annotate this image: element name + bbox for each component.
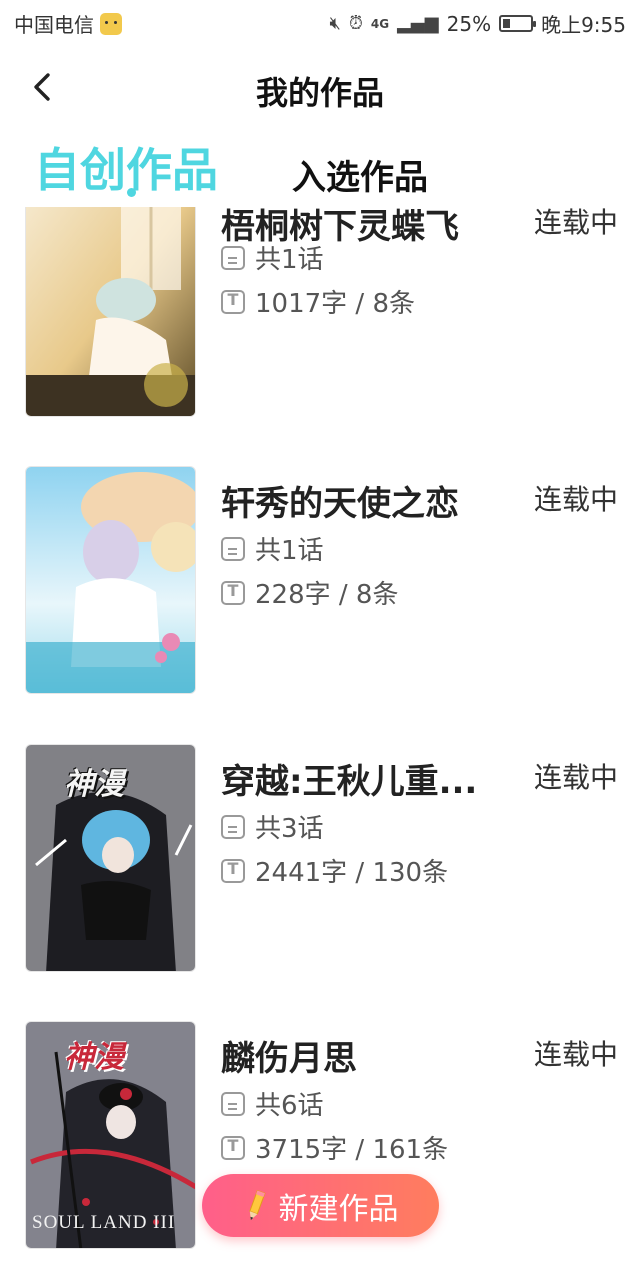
carrier-name: 中国电信 — [14, 13, 94, 37]
text-icon — [221, 580, 245, 605]
active-tab-indicator — [127, 188, 136, 197]
mute-icon: 🔇︎ — [329, 13, 341, 34]
text-icon — [221, 858, 245, 883]
assistant-face-icon — [100, 12, 122, 35]
status-right: 🔇︎ ⏰︎ 4G ▂▄▆ 25% 晚上9:55 — [330, 9, 627, 38]
work-status: 连载中 — [533, 483, 618, 516]
word-stats-text: 228字 / 8条 — [255, 580, 399, 610]
cover-badge: 神漫 — [64, 1040, 124, 1075]
word-stats-text: 3715字 / 161条 — [255, 1135, 449, 1165]
battery-percent: 25% — [446, 11, 492, 36]
cover-illustration — [26, 467, 195, 693]
chapter-count: 共1话 — [221, 239, 324, 276]
carrier-group: 中国电信 — [14, 9, 122, 38]
new-work-button[interactable]: 新建作品 — [202, 1174, 439, 1237]
word-stats: 228字 / 8条 — [221, 574, 398, 611]
app-header: 我的作品 — [0, 58, 640, 118]
tab-selected-works[interactable]: 入选作品 — [292, 150, 428, 199]
word-stats: 1017字 / 8条 — [221, 283, 415, 320]
word-stats: 2441字 / 130条 — [221, 852, 448, 889]
clock: 晚上9:55 — [541, 13, 626, 37]
cover-illustration — [26, 207, 195, 416]
word-stats-text: 1017字 / 8条 — [255, 289, 415, 319]
page-title: 我的作品 — [255, 74, 384, 112]
work-cover[interactable] — [25, 207, 196, 417]
chapter-icon — [221, 245, 245, 270]
work-title: 穿越:王秋儿重... — [221, 762, 478, 802]
chapter-count: 共1话 — [221, 530, 324, 567]
word-stats: 3715字 / 161条 — [221, 1129, 448, 1166]
chapter-count: 共3话 — [221, 808, 324, 845]
chapter-count-text: 共6话 — [255, 1091, 324, 1121]
chapter-icon — [221, 536, 245, 561]
work-status: 连载中 — [533, 1038, 618, 1071]
chapter-count-text: 共1话 — [255, 536, 324, 566]
list-item[interactable]: 神漫 穿越:王秋儿重... 连载中 共3话 2441字 / 130条 — [0, 744, 640, 972]
network-type: 4G — [370, 16, 390, 31]
pencil-icon — [248, 1189, 266, 1220]
chapter-count: 共6话 — [221, 1085, 324, 1122]
text-icon — [221, 1135, 245, 1160]
alarm-icon: ⏰︎ — [348, 13, 363, 34]
works-list: 梧桐树下灵蝶飞 连载中 共1话 1017字 / 8条 — [0, 207, 640, 1280]
chapter-count-text: 共1话 — [255, 245, 324, 275]
list-item[interactable]: 梧桐树下灵蝶飞 连载中 共1话 1017字 / 8条 — [0, 207, 640, 417]
chapter-icon — [221, 814, 245, 839]
work-status: 连载中 — [533, 761, 618, 794]
word-stats-text: 2441字 / 130条 — [255, 858, 449, 888]
cover-badge: 神漫 — [64, 767, 124, 802]
battery-icon — [499, 15, 537, 32]
text-icon — [221, 289, 245, 314]
new-work-label: 新建作品 — [278, 1191, 399, 1227]
work-cover[interactable]: 神漫 SOUL LAND III — [25, 1021, 196, 1249]
tab-original-works[interactable]: 自创作品 — [34, 134, 218, 200]
work-title: 轩秀的天使之恋 — [221, 484, 459, 524]
status-bar: 中国电信 🔇︎ ⏰︎ 4G ▂▄▆ 25% 晚上9:55 — [0, 0, 640, 44]
work-cover[interactable] — [25, 466, 196, 694]
signal-icon: ▂▄▆ — [397, 13, 439, 34]
cover-title-text: SOUL LAND III — [32, 1212, 176, 1233]
chapter-icon — [221, 1091, 245, 1116]
tab-bar: 自创作品 入选作品 — [0, 130, 640, 202]
list-item[interactable]: 轩秀的天使之恋 连载中 共1话 228字 / 8条 — [0, 466, 640, 694]
work-cover[interactable]: 神漫 — [25, 744, 196, 972]
chapter-count-text: 共3话 — [255, 814, 324, 844]
work-title: 麟伤月思 — [221, 1039, 357, 1079]
work-status: 连载中 — [533, 207, 618, 239]
